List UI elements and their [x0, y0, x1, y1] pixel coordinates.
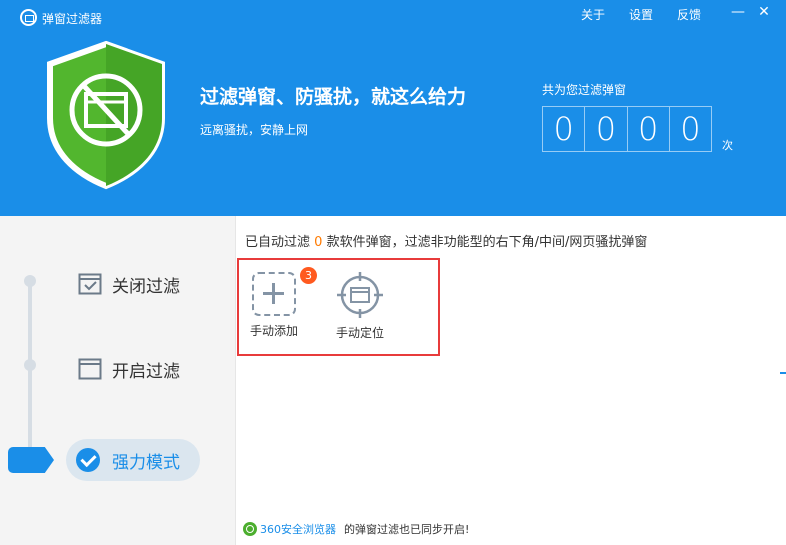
counter-digit: 0: [585, 107, 628, 151]
window-check-icon: [78, 273, 102, 295]
counter-digit: 0: [543, 107, 586, 151]
mode-off-label: 关闭过滤: [112, 276, 180, 297]
settings-link[interactable]: 设置: [629, 6, 653, 23]
counter-label: 共为您过滤弹窗: [542, 83, 627, 97]
manual-locate-label: 手动定位: [335, 326, 384, 340]
minimize-button[interactable]: —: [729, 3, 747, 21]
window-icon: [78, 358, 102, 380]
close-button[interactable]: ✕: [755, 3, 773, 21]
footer-text: 的弹窗过滤也已同步开启!: [344, 523, 470, 536]
mode-strong-label: 强力模式: [112, 452, 180, 473]
360-browser-link[interactable]: 360安全浏览器: [260, 521, 336, 537]
app-title: 弹窗过滤器: [42, 12, 103, 26]
mode-slider-dot[interactable]: [24, 359, 36, 371]
counter-digit: 0: [628, 107, 670, 151]
feedback-link[interactable]: 反馈: [677, 6, 701, 23]
manual-add-button[interactable]: 3 手动添加: [239, 267, 317, 339]
scroll-indicator: [780, 372, 786, 374]
filter-info-suffix: 款软件弹窗，过滤非功能型的右下角/中间/网页骚扰弹窗: [326, 235, 648, 250]
about-link[interactable]: 关于: [581, 6, 605, 23]
counter-digit: 0: [680, 110, 701, 148]
headline: 过滤弹窗、防骚扰，就这么给力: [200, 86, 467, 108]
header-banner: 弹窗过滤器 关于 设置 反馈 — ✕ 过滤弹窗、防骚扰，就这么给力 远离骚扰，安…: [0, 0, 786, 216]
filter-counter: 0 0 0 0: [542, 106, 712, 152]
subline: 远离骚扰，安静上网: [200, 123, 309, 137]
footer-note: 360安全浏览器 的弹窗过滤也已同步开启!: [243, 521, 469, 537]
crosshair-icon: [337, 272, 383, 318]
filter-info-prefix: 已自动过滤: [245, 235, 311, 250]
mode-on-label: 开启过滤: [112, 361, 180, 382]
manual-add-label: 手动添加: [249, 324, 298, 338]
filter-info-count: 0: [314, 235, 323, 250]
check-circle-icon: [76, 448, 100, 472]
mode-slider-dot[interactable]: [24, 275, 36, 287]
add-icon: 3: [252, 267, 317, 316]
badge-count: 3: [300, 267, 317, 284]
app-logo-icon: [20, 9, 37, 26]
mode-strong[interactable]: 强力模式: [66, 439, 200, 481]
counter-unit: 次: [722, 139, 733, 152]
mode-slider-handle[interactable]: [8, 447, 54, 473]
manual-tools-box: 3 手动添加 手动定位: [237, 258, 440, 356]
shield-icon: [47, 40, 165, 190]
manual-locate-button[interactable]: 手动定位: [325, 272, 395, 341]
mode-on[interactable]: 开启过滤: [78, 354, 180, 384]
mode-off[interactable]: 关闭过滤: [78, 269, 180, 299]
360-browser-icon: [243, 522, 257, 536]
filter-info: 已自动过滤 0 款软件弹窗，过滤非功能型的右下角/中间/网页骚扰弹窗: [245, 231, 647, 250]
